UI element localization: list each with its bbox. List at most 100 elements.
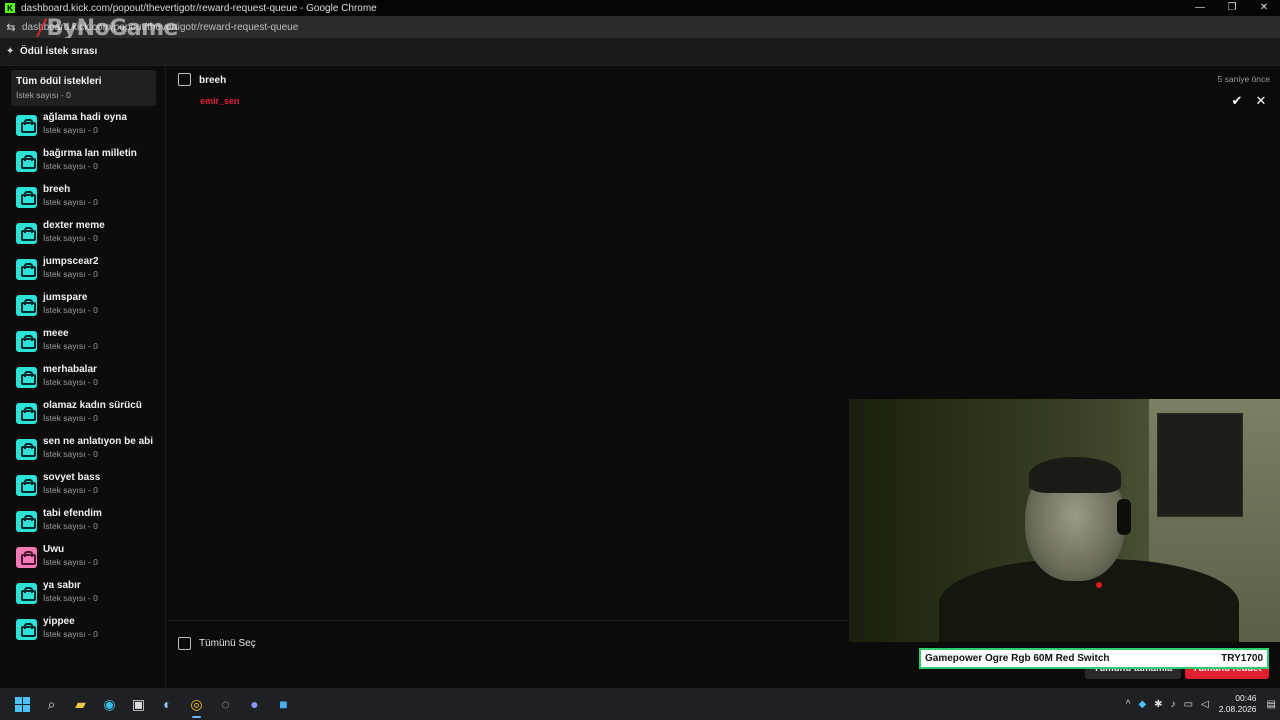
tray-app-icon[interactable]: ◆ [1138, 699, 1146, 710]
reward-ticket-icon [16, 187, 37, 208]
webcam-person-hair [1029, 457, 1121, 493]
close-window-button[interactable]: ✕ [1248, 0, 1280, 16]
taskbar-clock[interactable]: 00:46 2.08.2026 [1219, 693, 1257, 715]
discord-icon[interactable]: ● [240, 688, 269, 720]
site-settings-icon[interactable]: ⇆ [0, 21, 22, 34]
sidebar-item-label: Uwu [43, 544, 65, 555]
sidebar-item[interactable]: breeh İstek sayısı - 0 [16, 184, 161, 214]
sidebar-item[interactable]: jumpscear2 İstek sayısı - 0 [16, 256, 161, 286]
headset-icon [1117, 499, 1131, 535]
reward-ticket-icon [16, 367, 37, 388]
select-all-checkbox[interactable] [178, 637, 191, 650]
notification-icon[interactable]: ▤ [1267, 699, 1276, 710]
sidebar-item-label: merhabalar [43, 364, 97, 375]
sidebar-item-label: meee [43, 328, 69, 339]
sidebar-item[interactable]: Uwu İstek sayısı - 0 [16, 544, 161, 574]
tray-network-icon[interactable]: ▭ [1184, 699, 1193, 710]
sidebar-item-count: İstek sayısı - 0 [43, 125, 98, 135]
kick-favicon-icon: K [5, 3, 15, 13]
page-header: ✦ Ödül istek sırası [0, 38, 1280, 66]
reward-ticket-icon [16, 619, 37, 640]
reward-sidebar: Tüm ödül istekleri İstek sayısı - 0 ağla… [0, 66, 166, 688]
sidebar-item-label: Tüm ödül istekleri [16, 76, 102, 87]
sidebar-item-label: ağlama hadi oyna [43, 112, 127, 123]
file-explorer-icon[interactable]: ▰ [66, 688, 95, 720]
ticker-price: TRY1700 [1221, 653, 1263, 664]
search-icon[interactable]: ⌕ [37, 688, 66, 720]
sidebar-item-label: tabi efendim [43, 508, 102, 519]
reward-ticket-icon [16, 439, 37, 460]
reject-close-icon[interactable]: ✕ [1254, 93, 1268, 109]
reward-ticket-icon [16, 115, 37, 136]
sidebar-item[interactable]: jumspare İstek sayısı - 0 [16, 292, 161, 322]
request-timestamp: 5 saniye önce [1217, 74, 1270, 84]
app-icon[interactable]: ■ [269, 688, 298, 720]
sidebar-item-count: İstek sayısı - 0 [43, 449, 98, 459]
minimize-button[interactable]: — [1184, 0, 1216, 16]
clock-date: 2.08.2026 [1218, 704, 1257, 714]
window-title: dashboard.kick.com/popout/thevertigotr/r… [21, 2, 377, 14]
tray-mic-icon[interactable]: ♪ [1171, 699, 1176, 710]
sidebar-item-label: breeh [43, 184, 71, 195]
sidebar-item-label: jumpscear2 [43, 256, 99, 267]
select-all-label[interactable]: Tümünü Seç [199, 638, 256, 649]
request-username[interactable]: emir_sen [200, 96, 240, 106]
sidebar-item-label: sovyet bass [43, 472, 101, 483]
chrome-icon[interactable]: ◎ [182, 688, 211, 720]
sidebar-item-count: İstek sayısı - 0 [43, 161, 98, 171]
store-icon[interactable]: ▣ [124, 688, 153, 720]
obs-icon[interactable]: ◌ [211, 688, 240, 720]
sidebar-item-label: jumspare [43, 292, 88, 303]
windows-start-icon[interactable] [8, 688, 37, 720]
clock-time: 00:46 [1235, 693, 1257, 703]
windows-taskbar: ⌕ ▰ ◉ ▣ ◐ ◎ ◌ ● ■ ^ ◆ ✱ ♪ ▭ ◁ 00:46 2.08… [0, 688, 1280, 720]
sidebar-item-count: İstek sayısı - 0 [43, 269, 98, 279]
tray-overflow-icon[interactable]: ^ [1126, 699, 1131, 710]
reward-ticket-icon [16, 583, 37, 604]
sidebar-item[interactable]: ağlama hadi oyna İstek sayısı - 0 [16, 112, 161, 142]
request-reward-title: breeh [199, 75, 227, 86]
reward-ticket-icon [16, 295, 37, 316]
sidebar-item[interactable]: dexter meme İstek sayısı - 0 [16, 220, 161, 250]
system-tray: ^ ◆ ✱ ♪ ▭ ◁ 00:46 2.08.2026 ▤ [1122, 688, 1280, 720]
tray-volume-icon[interactable]: ◁ [1201, 699, 1209, 710]
sidebar-item-count: İstek sayısı - 0 [16, 90, 71, 100]
sidebar-item[interactable]: tabi efendim İstek sayısı - 0 [16, 508, 161, 538]
edge-icon[interactable]: ◉ [95, 688, 124, 720]
ticker-product-name: Gamepower Ogre Rgb 60M Red Switch [925, 653, 1110, 664]
reward-ticket-icon [16, 259, 37, 280]
sidebar-item-count: İstek sayısı - 0 [43, 305, 98, 315]
sidebar-item[interactable]: sen ne anlatıyon be abi İstek sayısı - 0 [16, 436, 161, 466]
tray-bluetooth-icon[interactable]: ✱ [1154, 699, 1162, 710]
sidebar-item[interactable]: sovyet bass İstek sayısı - 0 [16, 472, 161, 502]
sidebar-item[interactable]: bağırma lan milletin İstek sayısı - 0 [16, 148, 161, 178]
sidebar-item-count: İstek sayısı - 0 [43, 413, 98, 423]
sidebar-item-count: İstek sayısı - 0 [43, 233, 98, 243]
steam-icon[interactable]: ◐ [153, 688, 182, 720]
reward-ticket-icon [16, 511, 37, 532]
reward-ticket-icon [16, 403, 37, 424]
reward-ticket-icon [16, 475, 37, 496]
sidebar-item[interactable]: olamaz kadın sürücü İstek sayısı - 0 [16, 400, 161, 430]
sidebar-item-label: yippee [43, 616, 75, 627]
sidebar-item-label: ya sabır [43, 580, 81, 591]
request-checkbox[interactable] [178, 73, 191, 86]
sidebar-item-label: bağırma lan milletin [43, 148, 137, 159]
request-row: breeh emir_sen 5 saniye önce ✔ ✕ [167, 66, 1280, 110]
sidebar-item-label: olamaz kadın sürücü [43, 400, 142, 411]
sidebar-item-all-rewards[interactable]: Tüm ödül istekleri İstek sayısı - 0 [11, 70, 156, 106]
sidebar-item[interactable]: yippee İstek sayısı - 0 [16, 616, 161, 646]
sidebar-item[interactable]: meee İstek sayısı - 0 [16, 328, 161, 358]
sidebar-item-count: İstek sayısı - 0 [43, 341, 98, 351]
product-ticker: Gamepower Ogre Rgb 60M Red Switch TRY170… [919, 648, 1269, 669]
sidebar-item[interactable]: ya sabır İstek sayısı - 0 [16, 580, 161, 610]
accept-check-icon[interactable]: ✔ [1230, 93, 1244, 109]
reward-queue-icon: ✦ [6, 46, 15, 57]
sidebar-item-count: İstek sayısı - 0 [43, 485, 98, 495]
reward-ticket-icon [16, 223, 37, 244]
sidebar-item[interactable]: merhabalar İstek sayısı - 0 [16, 364, 161, 394]
sidebar-item-label: dexter meme [43, 220, 105, 231]
reward-ticket-icon [16, 151, 37, 172]
restore-button[interactable]: ❐ [1216, 0, 1248, 16]
webcam-poster [1157, 413, 1243, 517]
